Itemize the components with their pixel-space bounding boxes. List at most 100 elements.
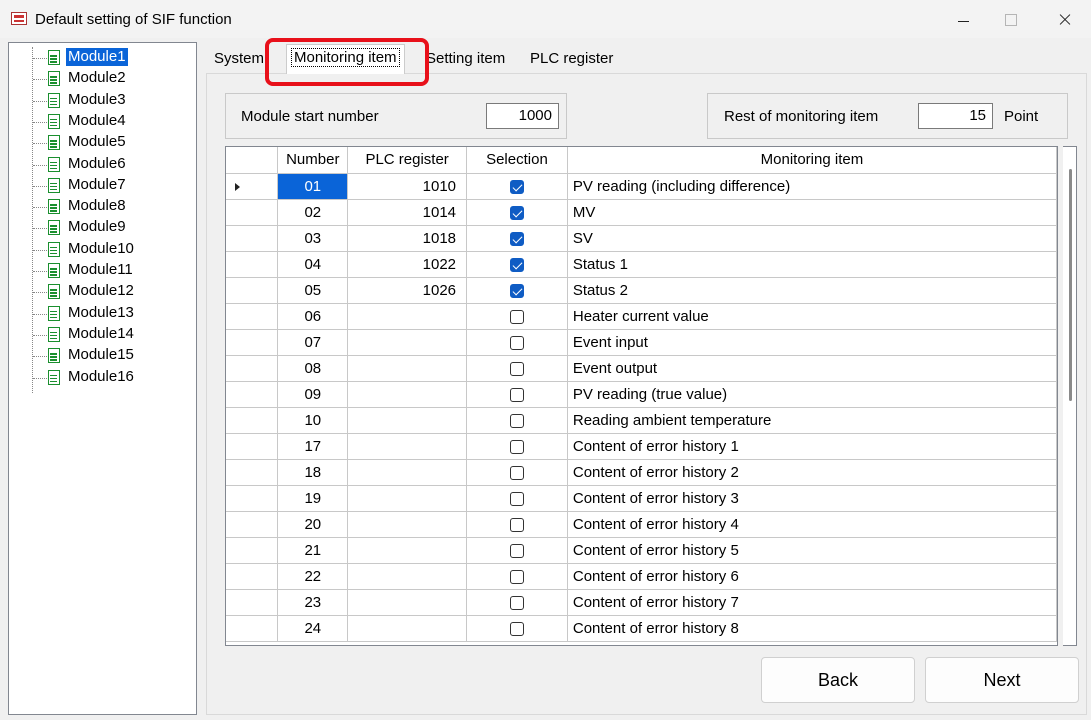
tree-item-module3[interactable]: Module3 bbox=[9, 90, 194, 110]
cell-number[interactable]: 07 bbox=[277, 329, 349, 356]
table-row[interactable]: 02 1014 MV bbox=[226, 199, 1057, 226]
row-header-cell[interactable] bbox=[226, 199, 279, 226]
checkbox-unchecked[interactable] bbox=[509, 543, 524, 558]
tree-item-module12[interactable]: Module12 bbox=[9, 281, 194, 301]
row-header-cell[interactable] bbox=[226, 303, 279, 330]
cell-plc-register[interactable] bbox=[347, 511, 468, 538]
cell-monitoring-item[interactable]: SV bbox=[567, 225, 1057, 252]
grid-vertical-scrollbar[interactable] bbox=[1063, 146, 1077, 646]
checkbox-unchecked[interactable] bbox=[509, 361, 524, 376]
cell-number[interactable]: 02 bbox=[277, 199, 349, 226]
cell-monitoring-item[interactable]: Status 2 bbox=[567, 277, 1057, 304]
checkbox-checked[interactable] bbox=[509, 257, 524, 272]
row-header-cell[interactable] bbox=[226, 589, 279, 616]
tree-item-module9[interactable]: Module9 bbox=[9, 217, 194, 237]
cell-number[interactable]: 04 bbox=[277, 251, 349, 278]
checkbox-unchecked[interactable] bbox=[509, 335, 524, 350]
checkbox-unchecked[interactable] bbox=[509, 309, 524, 324]
checkbox-unchecked[interactable] bbox=[509, 439, 524, 454]
tab-system[interactable]: System bbox=[210, 46, 268, 72]
cell-plc-register[interactable] bbox=[347, 615, 468, 642]
table-row[interactable]: 06 Heater current value bbox=[226, 303, 1057, 330]
tree-item-module6[interactable]: Module6 bbox=[9, 154, 194, 174]
checkbox-unchecked[interactable] bbox=[509, 621, 524, 636]
cell-number[interactable]: 20 bbox=[277, 511, 349, 538]
cell-plc-register[interactable] bbox=[347, 563, 468, 590]
cell-plc-register[interactable] bbox=[347, 355, 468, 382]
checkbox-unchecked[interactable] bbox=[509, 595, 524, 610]
monitoring-grid[interactable]: Number PLC register Selection Monitoring… bbox=[225, 146, 1058, 646]
cell-monitoring-item[interactable]: Content of error history 4 bbox=[567, 511, 1057, 538]
checkbox-checked[interactable] bbox=[509, 283, 524, 298]
table-row[interactable]: 04 1022 Status 1 bbox=[226, 251, 1057, 278]
cell-plc-register[interactable] bbox=[347, 303, 468, 330]
cell-monitoring-item[interactable]: Content of error history 2 bbox=[567, 459, 1057, 486]
cell-plc-register[interactable]: 1014 bbox=[347, 199, 468, 226]
row-header-cell[interactable] bbox=[226, 173, 279, 200]
column-header-plc-register[interactable]: PLC register bbox=[347, 147, 468, 174]
cell-number[interactable]: 22 bbox=[277, 563, 349, 590]
cell-number[interactable]: 23 bbox=[277, 589, 349, 616]
table-row[interactable]: 03 1018 SV bbox=[226, 225, 1057, 252]
row-header-cell[interactable] bbox=[226, 251, 279, 278]
module-start-input[interactable]: 1000 bbox=[486, 103, 559, 129]
checkbox-checked[interactable] bbox=[509, 179, 524, 194]
minimize-icon[interactable] bbox=[941, 0, 987, 38]
checkbox-unchecked[interactable] bbox=[509, 465, 524, 480]
tree-item-module14[interactable]: Module14 bbox=[9, 324, 194, 344]
row-header-cell[interactable] bbox=[226, 407, 279, 434]
cell-plc-register[interactable] bbox=[347, 407, 468, 434]
row-header-cell[interactable] bbox=[226, 355, 279, 382]
cell-number[interactable]: 17 bbox=[277, 433, 349, 460]
checkbox-unchecked[interactable] bbox=[509, 491, 524, 506]
tree-item-module2[interactable]: Module2 bbox=[9, 68, 194, 88]
module-tree[interactable]: Module1 Module2 Module3 Module4 Module5 Modul… bbox=[8, 42, 197, 715]
cell-plc-register[interactable]: 1018 bbox=[347, 225, 468, 252]
cell-number[interactable]: 01 bbox=[277, 173, 349, 200]
table-row[interactable]: 21 Content of error history 5 bbox=[226, 537, 1057, 564]
row-header-cell[interactable] bbox=[226, 537, 279, 564]
cell-monitoring-item[interactable]: Content of error history 8 bbox=[567, 615, 1057, 642]
next-button[interactable]: Next bbox=[925, 657, 1079, 703]
table-row[interactable]: 10 Reading ambient temperature bbox=[226, 407, 1057, 434]
cell-monitoring-item[interactable]: Content of error history 7 bbox=[567, 589, 1057, 616]
cell-monitoring-item[interactable]: Status 1 bbox=[567, 251, 1057, 278]
row-header-cell[interactable] bbox=[226, 433, 279, 460]
table-row[interactable]: 07 Event input bbox=[226, 329, 1057, 356]
table-row[interactable]: 23 Content of error history 7 bbox=[226, 589, 1057, 616]
table-row[interactable]: 01 1010 PV reading (including difference) bbox=[226, 173, 1057, 200]
back-button[interactable]: Back bbox=[761, 657, 915, 703]
cell-number[interactable]: 24 bbox=[277, 615, 349, 642]
close-icon[interactable] bbox=[1042, 0, 1088, 38]
table-row[interactable]: 24 Content of error history 8 bbox=[226, 615, 1057, 642]
cell-monitoring-item[interactable]: Content of error history 5 bbox=[567, 537, 1057, 564]
cell-number[interactable]: 21 bbox=[277, 537, 349, 564]
cell-monitoring-item[interactable]: Content of error history 6 bbox=[567, 563, 1057, 590]
cell-plc-register[interactable] bbox=[347, 537, 468, 564]
cell-plc-register[interactable] bbox=[347, 381, 468, 408]
row-header-cell[interactable] bbox=[226, 511, 279, 538]
cell-monitoring-item[interactable]: Reading ambient temperature bbox=[567, 407, 1057, 434]
tree-item-module15[interactable]: Module15 bbox=[9, 345, 194, 365]
cell-number[interactable]: 06 bbox=[277, 303, 349, 330]
column-header-monitoring-item[interactable]: Monitoring item bbox=[567, 147, 1057, 174]
cell-monitoring-item[interactable]: MV bbox=[567, 199, 1057, 226]
checkbox-unchecked[interactable] bbox=[509, 387, 524, 402]
checkbox-unchecked[interactable] bbox=[509, 569, 524, 584]
cell-monitoring-item[interactable]: PV reading (including difference) bbox=[567, 173, 1057, 200]
row-header-cell[interactable] bbox=[226, 563, 279, 590]
table-row[interactable]: 08 Event output bbox=[226, 355, 1057, 382]
checkbox-checked[interactable] bbox=[509, 231, 524, 246]
cell-number[interactable]: 18 bbox=[277, 459, 349, 486]
tree-item-module8[interactable]: Module8 bbox=[9, 196, 194, 216]
tree-item-module11[interactable]: Module11 bbox=[9, 260, 194, 280]
row-header-cell[interactable] bbox=[226, 485, 279, 512]
cell-plc-register[interactable] bbox=[347, 589, 468, 616]
cell-plc-register[interactable] bbox=[347, 485, 468, 512]
cell-plc-register[interactable] bbox=[347, 459, 468, 486]
cell-plc-register[interactable]: 1010 bbox=[347, 173, 468, 200]
tree-item-module1[interactable]: Module1 bbox=[9, 47, 194, 67]
checkbox-unchecked[interactable] bbox=[509, 517, 524, 532]
maximize-icon[interactable] bbox=[987, 0, 1033, 38]
tab-plc-register[interactable]: PLC register bbox=[526, 46, 617, 72]
